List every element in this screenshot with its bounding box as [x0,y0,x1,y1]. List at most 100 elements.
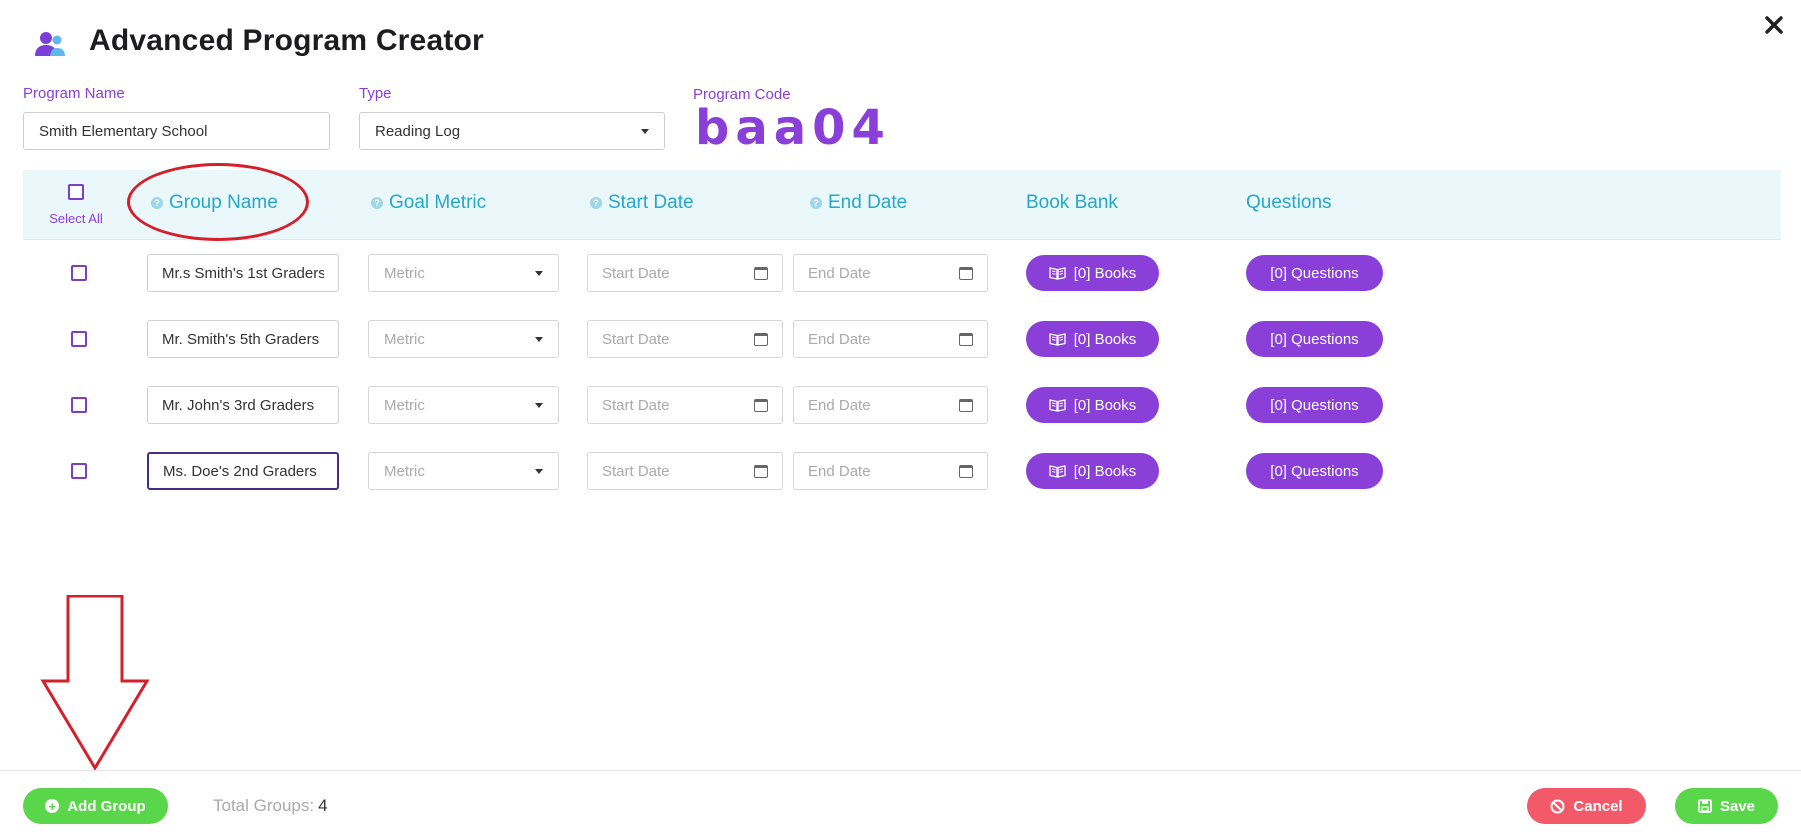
column-header-book-bank: Book Bank [1026,192,1118,214]
book-open-icon [1049,399,1066,412]
end-date-placeholder: End Date [808,330,871,348]
books-label: [0] Books [1073,264,1137,282]
group-name-input[interactable] [147,254,339,292]
select-all-checkbox[interactable] [68,184,84,200]
close-icon[interactable] [1763,14,1785,36]
calendar-icon[interactable] [754,464,768,478]
row-checkbox[interactable] [71,397,87,413]
help-icon[interactable]: ? [371,197,383,209]
save-disk-icon [1698,799,1712,813]
program-code-value: baa04 [695,100,891,156]
start-date-input[interactable]: Start Date [587,254,783,292]
metric-select[interactable]: Metric [368,452,559,490]
start-date-input[interactable]: Start Date [587,320,783,358]
books-button[interactable]: [0] Books [1026,453,1159,489]
column-header-questions: Questions [1246,192,1332,214]
calendar-icon[interactable] [959,464,973,478]
row-checkbox[interactable] [71,331,87,347]
table-row: Metric Start Date End Date [0] Books [0]… [23,320,1781,360]
plus-circle-icon: + [45,799,60,813]
group-name-input[interactable] [147,452,339,490]
total-groups-value: 4 [318,796,328,815]
group-name-input[interactable] [147,386,339,424]
column-header-end-date: ? End Date [810,192,907,214]
help-icon[interactable]: ? [810,197,822,209]
metric-placeholder: Metric [384,264,425,282]
group-name-header-label: Group Name [169,192,278,213]
goal-metric-header-label: Goal Metric [389,192,487,213]
calendar-icon[interactable] [754,332,768,346]
questions-label: [0] Questions [1270,462,1359,480]
add-group-label: Add Group [67,797,146,815]
save-label: Save [1719,797,1756,815]
total-groups: Total Groups: 4 [213,796,328,816]
users-group-icon [35,32,65,56]
cancel-label: Cancel [1573,797,1623,815]
questions-button[interactable]: [0] Questions [1246,387,1383,423]
calendar-icon[interactable] [959,398,973,412]
end-date-input[interactable]: End Date [793,386,988,424]
books-button[interactable]: [0] Books [1026,387,1159,423]
table-row: Metric Start Date End Date [0] Books [0]… [23,254,1781,294]
type-select-value: Reading Log [375,122,461,140]
books-label: [0] Books [1073,330,1137,348]
calendar-icon[interactable] [959,266,973,280]
calendar-icon[interactable] [754,266,768,280]
start-date-placeholder: Start Date [602,264,670,282]
books-label: [0] Books [1073,462,1137,480]
groups-table-header: Select All ? Group Name ? Goal Metric ? … [23,170,1781,240]
total-groups-label: Total Groups: [213,796,315,815]
calendar-icon[interactable] [754,398,768,412]
group-name-input[interactable] [147,320,339,358]
calendar-icon[interactable] [959,332,973,346]
end-date-header-label: End Date [828,192,908,213]
questions-button[interactable]: [0] Questions [1246,453,1383,489]
table-row: Metric Start Date End Date [0] Books [0]… [23,386,1781,426]
metric-select[interactable]: Metric [368,254,559,292]
help-icon[interactable]: ? [151,197,163,209]
select-all-cell: Select All [45,184,107,226]
add-group-button[interactable]: + Add Group [23,788,168,824]
caret-down-icon [641,128,649,134]
questions-button[interactable]: [0] Questions [1246,321,1383,357]
column-header-group-name: ? Group Name [151,192,278,214]
program-name-label: Program Name [23,85,125,102]
caret-down-icon [535,336,543,342]
start-date-input[interactable]: Start Date [587,452,783,490]
cancel-button[interactable]: Cancel [1527,788,1646,824]
book-open-icon [1049,333,1066,346]
questions-label: [0] Questions [1270,330,1359,348]
start-date-placeholder: Start Date [602,462,670,480]
save-button[interactable]: Save [1675,788,1778,824]
start-date-header-label: Start Date [608,192,694,213]
books-button[interactable]: [0] Books [1026,321,1159,357]
books-label: [0] Books [1073,396,1137,414]
start-date-input[interactable]: Start Date [587,386,783,424]
books-button[interactable]: [0] Books [1026,255,1159,291]
ban-icon [1550,799,1565,813]
end-date-input[interactable]: End Date [793,320,988,358]
questions-header-label: Questions [1246,192,1332,213]
type-label: Type [359,85,392,102]
dialog-header: Advanced Program Creator [0,0,1801,90]
end-date-placeholder: End Date [808,396,871,414]
program-name-input[interactable] [23,112,330,150]
metric-select[interactable]: Metric [368,320,559,358]
book-bank-header-label: Book Bank [1026,192,1118,213]
select-all-label: Select All [49,211,103,226]
row-checkbox[interactable] [71,265,87,281]
metric-select[interactable]: Metric [368,386,559,424]
table-row: Metric Start Date End Date [0] Books [0]… [23,452,1781,492]
annotation-arrow [40,595,150,770]
metric-placeholder: Metric [384,396,425,414]
end-date-input[interactable]: End Date [793,452,988,490]
questions-button[interactable]: [0] Questions [1246,255,1383,291]
page-title: Advanced Program Creator [89,24,484,57]
book-open-icon [1049,267,1066,280]
questions-label: [0] Questions [1270,396,1359,414]
end-date-input[interactable]: End Date [793,254,988,292]
dialog-footer: + Add Group Total Groups: 4 Cancel Save [0,770,1801,835]
row-checkbox[interactable] [71,463,87,479]
help-icon[interactable]: ? [590,197,602,209]
type-select[interactable]: Reading Log [359,112,665,150]
